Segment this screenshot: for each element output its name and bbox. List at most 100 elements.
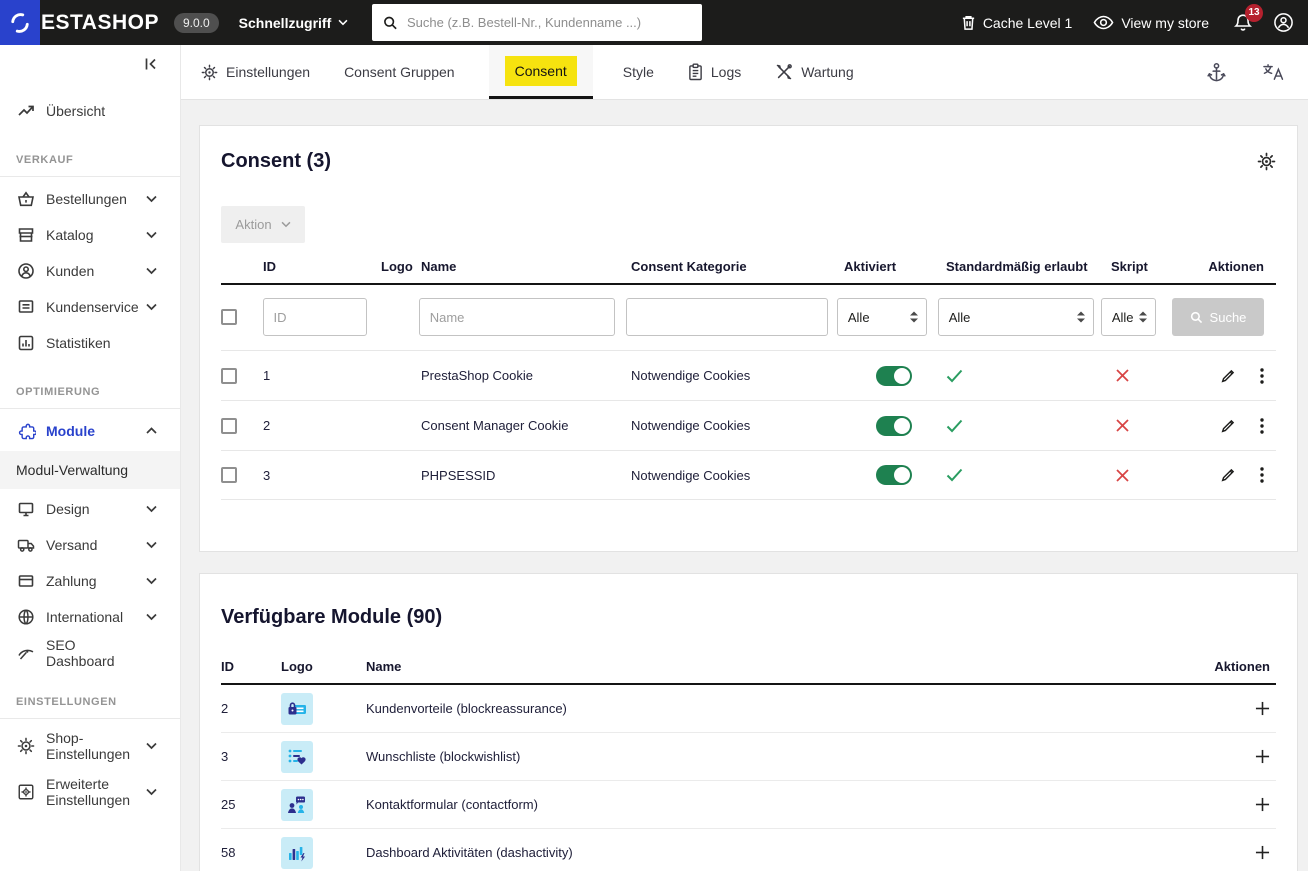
module-row-blockwishlist: 3 Wunschliste (blockwishlist) (221, 733, 1276, 781)
chevron-down-icon (146, 788, 157, 796)
add-module-button[interactable] (1255, 701, 1270, 716)
basket-icon (16, 190, 36, 208)
filter-script-select[interactable]: Alle (1101, 298, 1156, 336)
tab-logs[interactable]: Logs (688, 45, 741, 99)
tools-icon (775, 63, 793, 81)
bulk-action-dropdown[interactable]: Aktion (221, 206, 305, 243)
sidebar-item-module[interactable]: Module (0, 413, 180, 449)
chevron-down-icon (146, 541, 157, 549)
sidebar-item-katalog[interactable]: Katalog (0, 217, 180, 253)
select-all-checkbox[interactable] (221, 309, 237, 325)
consent-row-2: 2 Consent Manager Cookie Notwendige Cook… (221, 400, 1276, 450)
monitor-icon (16, 500, 36, 518)
credit-card-icon (16, 572, 36, 590)
global-search (372, 4, 702, 41)
row-checkbox[interactable] (221, 418, 237, 434)
plus-icon (1255, 749, 1270, 764)
tab-einstellungen[interactable]: Einstellungen (201, 45, 310, 99)
sidebar-collapse-button[interactable] (0, 53, 180, 71)
tab-wartung[interactable]: Wartung (775, 45, 853, 99)
sidebar-item-international[interactable]: International (0, 599, 180, 635)
gear-icon (201, 64, 218, 81)
sidebar-item-zahlung[interactable]: Zahlung (0, 563, 180, 599)
tabbar-utilities (1207, 45, 1308, 99)
enabled-toggle-on[interactable] (876, 416, 912, 436)
sidebar-item-kundenservice[interactable]: Kundenservice (0, 289, 180, 325)
consent-table-header: ID Logo Name Consent Kategorie Aktiviert… (221, 259, 1276, 285)
chevron-down-icon (146, 195, 157, 203)
puzzle-icon (16, 422, 36, 441)
clear-cache-button[interactable]: Cache Level 1 (961, 14, 1073, 31)
seo-gauge-icon (16, 644, 36, 662)
sidebar-section-einstellungen: EINSTELLUNGEN (0, 696, 180, 719)
sidebar-item-erweiterte-einstellungen[interactable]: Erweiterte Einstellungen (0, 769, 180, 815)
enabled-toggle-on[interactable] (876, 465, 912, 485)
filter-id-input[interactable] (263, 298, 367, 336)
clipboard-icon (688, 63, 703, 81)
filter-search-button[interactable]: Suche (1172, 298, 1264, 336)
sidebar-item-kunden[interactable]: Kunden (0, 253, 180, 289)
more-options-button[interactable] (1260, 368, 1264, 384)
sidebar-item-modul-verwaltung[interactable]: Modul-Verwaltung (0, 451, 180, 489)
pencil-icon (1220, 418, 1236, 434)
chevron-down-icon (146, 742, 157, 750)
sidebar-item-bestellungen[interactable]: Bestellungen (0, 181, 180, 217)
anchor-link-button[interactable] (1207, 62, 1226, 83)
trend-up-icon (16, 102, 36, 120)
sidebar-item-shop-einstellungen[interactable]: Shop-Einstellungen (0, 723, 180, 769)
bar-chart-icon (16, 334, 36, 352)
consent-table: ID Logo Name Consent Kategorie Aktiviert… (221, 259, 1276, 500)
topbar: ESTASHOP 9.0.0 Schnellzugriff Cache Leve… (0, 0, 1308, 45)
tab-consent-gruppen[interactable]: Consent Gruppen (344, 45, 455, 99)
edit-button[interactable] (1220, 418, 1236, 434)
row-checkbox[interactable] (221, 368, 237, 384)
more-options-button[interactable] (1260, 418, 1264, 434)
active-tab-highlight: Consent (505, 56, 577, 86)
add-module-button[interactable] (1255, 749, 1270, 764)
account-menu-button[interactable] (1273, 12, 1294, 33)
tab-style[interactable]: Style (623, 45, 654, 99)
module-row-contactform: 25 Kontaktformular (contactform) (221, 781, 1276, 829)
filter-category-input[interactable] (626, 298, 828, 336)
enabled-toggle-on[interactable] (876, 366, 912, 386)
blockwishlist-logo-icon (281, 741, 313, 773)
sidebar-item-seo-dashboard[interactable]: SEO Dashboard (0, 635, 180, 671)
translate-icon (1262, 63, 1284, 81)
trash-icon (961, 14, 976, 31)
plus-icon (1255, 701, 1270, 716)
edit-button[interactable] (1220, 467, 1236, 483)
filter-name-input[interactable] (419, 298, 615, 336)
row-checkbox[interactable] (221, 467, 237, 483)
sidebar-item-uebersicht[interactable]: Übersicht (0, 93, 180, 129)
translate-button[interactable] (1262, 63, 1284, 81)
truck-icon (16, 536, 36, 554)
search-icon (383, 15, 398, 31)
contactform-logo-icon (281, 789, 313, 821)
available-modules-panel: Verfügbare Module (90) ID Logo Name Akti… (199, 573, 1298, 871)
sidebar-item-versand[interactable]: Versand (0, 527, 180, 563)
filter-default-select[interactable]: Alle (938, 298, 1094, 336)
sidebar-section-verkauf: VERKAUF (0, 154, 180, 177)
edit-button[interactable] (1220, 368, 1236, 384)
view-store-link[interactable]: View my store (1093, 15, 1209, 31)
cross-icon (1116, 419, 1129, 432)
topbar-actions: Cache Level 1 View my store 13 (961, 12, 1308, 33)
chevron-down-icon (281, 221, 291, 228)
notifications-button[interactable]: 13 (1234, 13, 1252, 33)
select-arrows-icon (1139, 311, 1147, 323)
check-icon (946, 419, 963, 433)
tab-consent[interactable]: Consent (489, 45, 593, 99)
add-module-button[interactable] (1255, 845, 1270, 860)
panel-settings-button[interactable] (1257, 152, 1276, 171)
chevron-up-icon (146, 427, 157, 435)
filter-enabled-select[interactable]: Alle (837, 298, 927, 336)
modules-panel-title: Verfügbare Module (90) (221, 606, 442, 629)
more-options-button[interactable] (1260, 467, 1264, 483)
prestashop-logo[interactable]: ESTASHOP (0, 0, 159, 45)
search-input[interactable] (407, 15, 691, 30)
sidebar-item-statistiken[interactable]: Statistiken (0, 325, 180, 361)
sidebar-item-design[interactable]: Design (0, 491, 180, 527)
add-module-button[interactable] (1255, 797, 1270, 812)
quick-access-dropdown[interactable]: Schnellzugriff (239, 15, 349, 31)
blockreassurance-logo-icon (281, 693, 313, 725)
